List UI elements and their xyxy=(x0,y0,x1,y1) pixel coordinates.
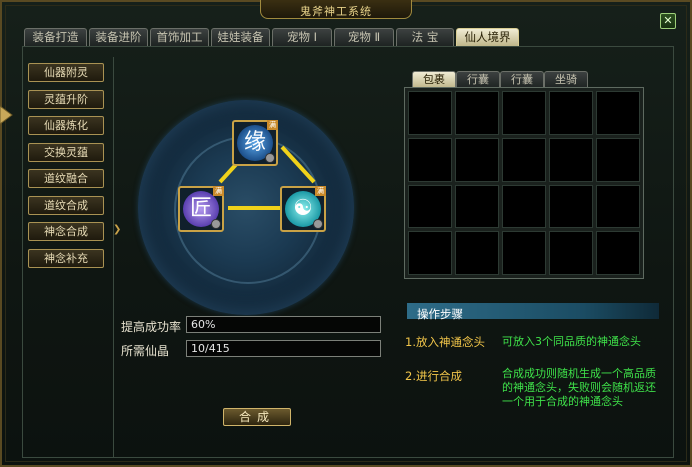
sidebar-item-rune-compose[interactable]: 道纹合成 xyxy=(28,196,104,215)
compose-button[interactable]: 合成 xyxy=(223,408,291,426)
bag-grid xyxy=(404,87,644,279)
window-title: 鬼斧神工系统 xyxy=(300,5,372,18)
crystal-label: 所需仙晶 xyxy=(121,344,170,358)
success-rate-field[interactable]: 60% xyxy=(186,316,381,333)
window-title-plate: 鬼斧神工系统 xyxy=(260,0,412,19)
sidebar-item-artifact-refine[interactable]: 仙器炼化 xyxy=(28,116,104,135)
bag-slot[interactable] xyxy=(549,231,593,275)
tab-immortal-realm[interactable]: 仙人境界 xyxy=(456,28,519,46)
success-rate-label: 提高成功率 xyxy=(121,320,182,334)
bag-tab-pack-2[interactable]: 行囊 xyxy=(500,71,544,88)
tab-doll-equip[interactable]: 娃娃装备 xyxy=(211,28,270,46)
bag-slot[interactable] xyxy=(596,184,640,229)
step-2-label: 2.进行合成 xyxy=(405,369,462,383)
quality-badge: 满 xyxy=(213,186,224,196)
bag-tab-mount[interactable]: 坐骑 xyxy=(544,71,588,88)
step-1-label: 1.放入神通念头 xyxy=(405,335,485,349)
step-2-desc: 合成成功则随机生成一个高品质的神通念头，失败则会随机返还一个用于合成的神通念头 xyxy=(502,367,656,408)
tab-equip-advance[interactable]: 装备进阶 xyxy=(89,28,148,46)
tab-pet-1[interactable]: 宠物 Ⅰ xyxy=(272,28,332,46)
quality-badge: 满 xyxy=(267,120,278,130)
steps-title: 操作步骤 xyxy=(417,307,463,321)
sidebar-item-thought-compose[interactable]: 神念合成 xyxy=(28,222,104,241)
bag-slot[interactable] xyxy=(455,137,499,182)
lock-dot-icon xyxy=(211,219,221,229)
bag-slot[interactable] xyxy=(502,91,546,135)
bag-slot[interactable] xyxy=(596,137,640,182)
bag-slot[interactable] xyxy=(549,184,593,229)
sidebar: 仙器附灵 灵蕴升阶 仙器炼化 交换灵蕴 道纹融合 道纹合成 神念合成 神念补充 xyxy=(26,57,114,457)
bag-slot[interactable] xyxy=(408,231,452,275)
bag-tab-pack-1[interactable]: 行囊 xyxy=(456,71,500,88)
bag-slot[interactable] xyxy=(455,231,499,275)
tab-jewelry[interactable]: 首饰加工 xyxy=(150,28,209,46)
bag-tab-package[interactable]: 包裹 xyxy=(412,71,456,88)
step-1-desc: 可放入3个同品质的神通念头 xyxy=(502,335,641,348)
steps-header: 操作步骤 xyxy=(407,303,659,321)
bag-slot[interactable] xyxy=(502,231,546,275)
bag-slot[interactable] xyxy=(408,91,452,135)
frame-ornament-icon xyxy=(0,105,13,125)
sidebar-item-rune-fusion[interactable]: 道纹融合 xyxy=(28,169,104,188)
tab-fabao[interactable]: 法 宝 xyxy=(396,28,454,46)
sidebar-item-spirit-upgrade[interactable]: 灵蕴升阶 xyxy=(28,90,104,109)
bag-slot[interactable] xyxy=(549,137,593,182)
sidebar-item-swap-spirit[interactable]: 交换灵蕴 xyxy=(28,143,104,162)
compose-slot-top[interactable]: 缘 满 xyxy=(232,120,278,166)
bag-slot[interactable] xyxy=(502,137,546,182)
quality-badge: 满 xyxy=(315,186,326,196)
bag-slot[interactable] xyxy=(502,184,546,229)
bag-slot[interactable] xyxy=(455,184,499,229)
compose-slot-right[interactable]: ☯ 满 xyxy=(280,186,326,232)
game-window: 鬼斧神工系统 ✕ 装备打造 装备进阶 首饰加工 娃娃装备 宠物 Ⅰ 宠物 Ⅱ 法… xyxy=(0,0,692,467)
bag-slot[interactable] xyxy=(455,91,499,135)
sidebar-item-artifact-spirit[interactable]: 仙器附灵 xyxy=(28,63,104,82)
crystal-field: 10/415 xyxy=(186,340,381,357)
selection-arrow-icon: ❯ xyxy=(113,224,122,235)
tab-pet-2[interactable]: 宠物 Ⅱ xyxy=(334,28,394,46)
sidebar-item-thought-refill[interactable]: 神念补充 xyxy=(28,249,104,268)
compose-slot-left[interactable]: 匠 满 xyxy=(178,186,224,232)
bag-slot[interactable] xyxy=(408,137,452,182)
lock-dot-icon xyxy=(313,219,323,229)
bag-slot[interactable] xyxy=(596,91,640,135)
lock-dot-icon xyxy=(265,153,275,163)
close-button[interactable]: ✕ xyxy=(660,13,676,29)
bag-slot[interactable] xyxy=(596,231,640,275)
bag-slot[interactable] xyxy=(408,184,452,229)
bag-slot[interactable] xyxy=(549,91,593,135)
tab-equip-craft[interactable]: 装备打造 xyxy=(24,28,87,46)
